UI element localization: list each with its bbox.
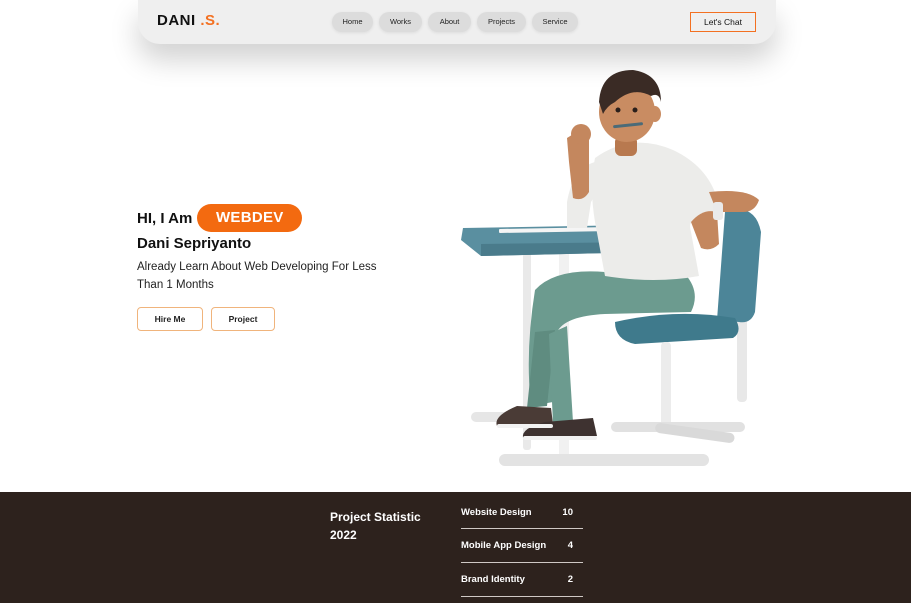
hero: HI, I Am WEBDEV Dani Sepriyanto Already … [137,204,377,331]
nav-home[interactable]: Home [332,12,373,32]
nav-projects[interactable]: Projects [477,12,526,32]
stat-label: Brand Identity [461,574,525,585]
logo-main: DANI [157,12,201,29]
nav-links: Home Works About Projects Service [332,12,578,32]
nav-about[interactable]: About [428,12,471,32]
hero-name: Dani Sepriyanto [137,235,252,252]
developer-illustration [461,70,761,466]
stat-value: 4 [567,540,573,551]
greeting-text: HI, I Am [137,209,193,227]
role-badge: WEBDEV [197,204,303,232]
stats-section: Project Statistic 2022 Website Design 10… [0,492,911,603]
stats-list: Website Design 10 Mobile App Design 4 Br… [461,503,583,597]
logo[interactable]: DANI .S. [157,12,220,29]
stat-label: Mobile App Design [461,540,547,551]
navbar: DANI .S. Home Works About Projects Servi… [138,0,776,44]
hire-me-button[interactable]: Hire Me [137,307,203,331]
project-button[interactable]: Project [211,307,275,331]
greeting-row: HI, I Am WEBDEV [137,204,377,232]
lets-chat-button[interactable]: Let's Chat [690,12,756,32]
stat-value: 10 [562,507,573,518]
nav-works[interactable]: Works [379,12,422,32]
stat-row: Mobile App Design 4 [461,529,583,563]
stat-row: Brand Identity 2 [461,563,583,597]
stats-title: Project Statistic 2022 [330,510,421,542]
hero-tagline: Already Learn About Web Developing For L… [137,261,377,291]
nav-service[interactable]: Service [532,12,578,32]
stat-label: Website Design [461,507,532,518]
hero-buttons: Hire Me Project [137,307,377,331]
stat-row: Website Design 10 [461,503,583,529]
stat-value: 2 [567,574,573,585]
logo-accent: .S. [200,12,221,29]
